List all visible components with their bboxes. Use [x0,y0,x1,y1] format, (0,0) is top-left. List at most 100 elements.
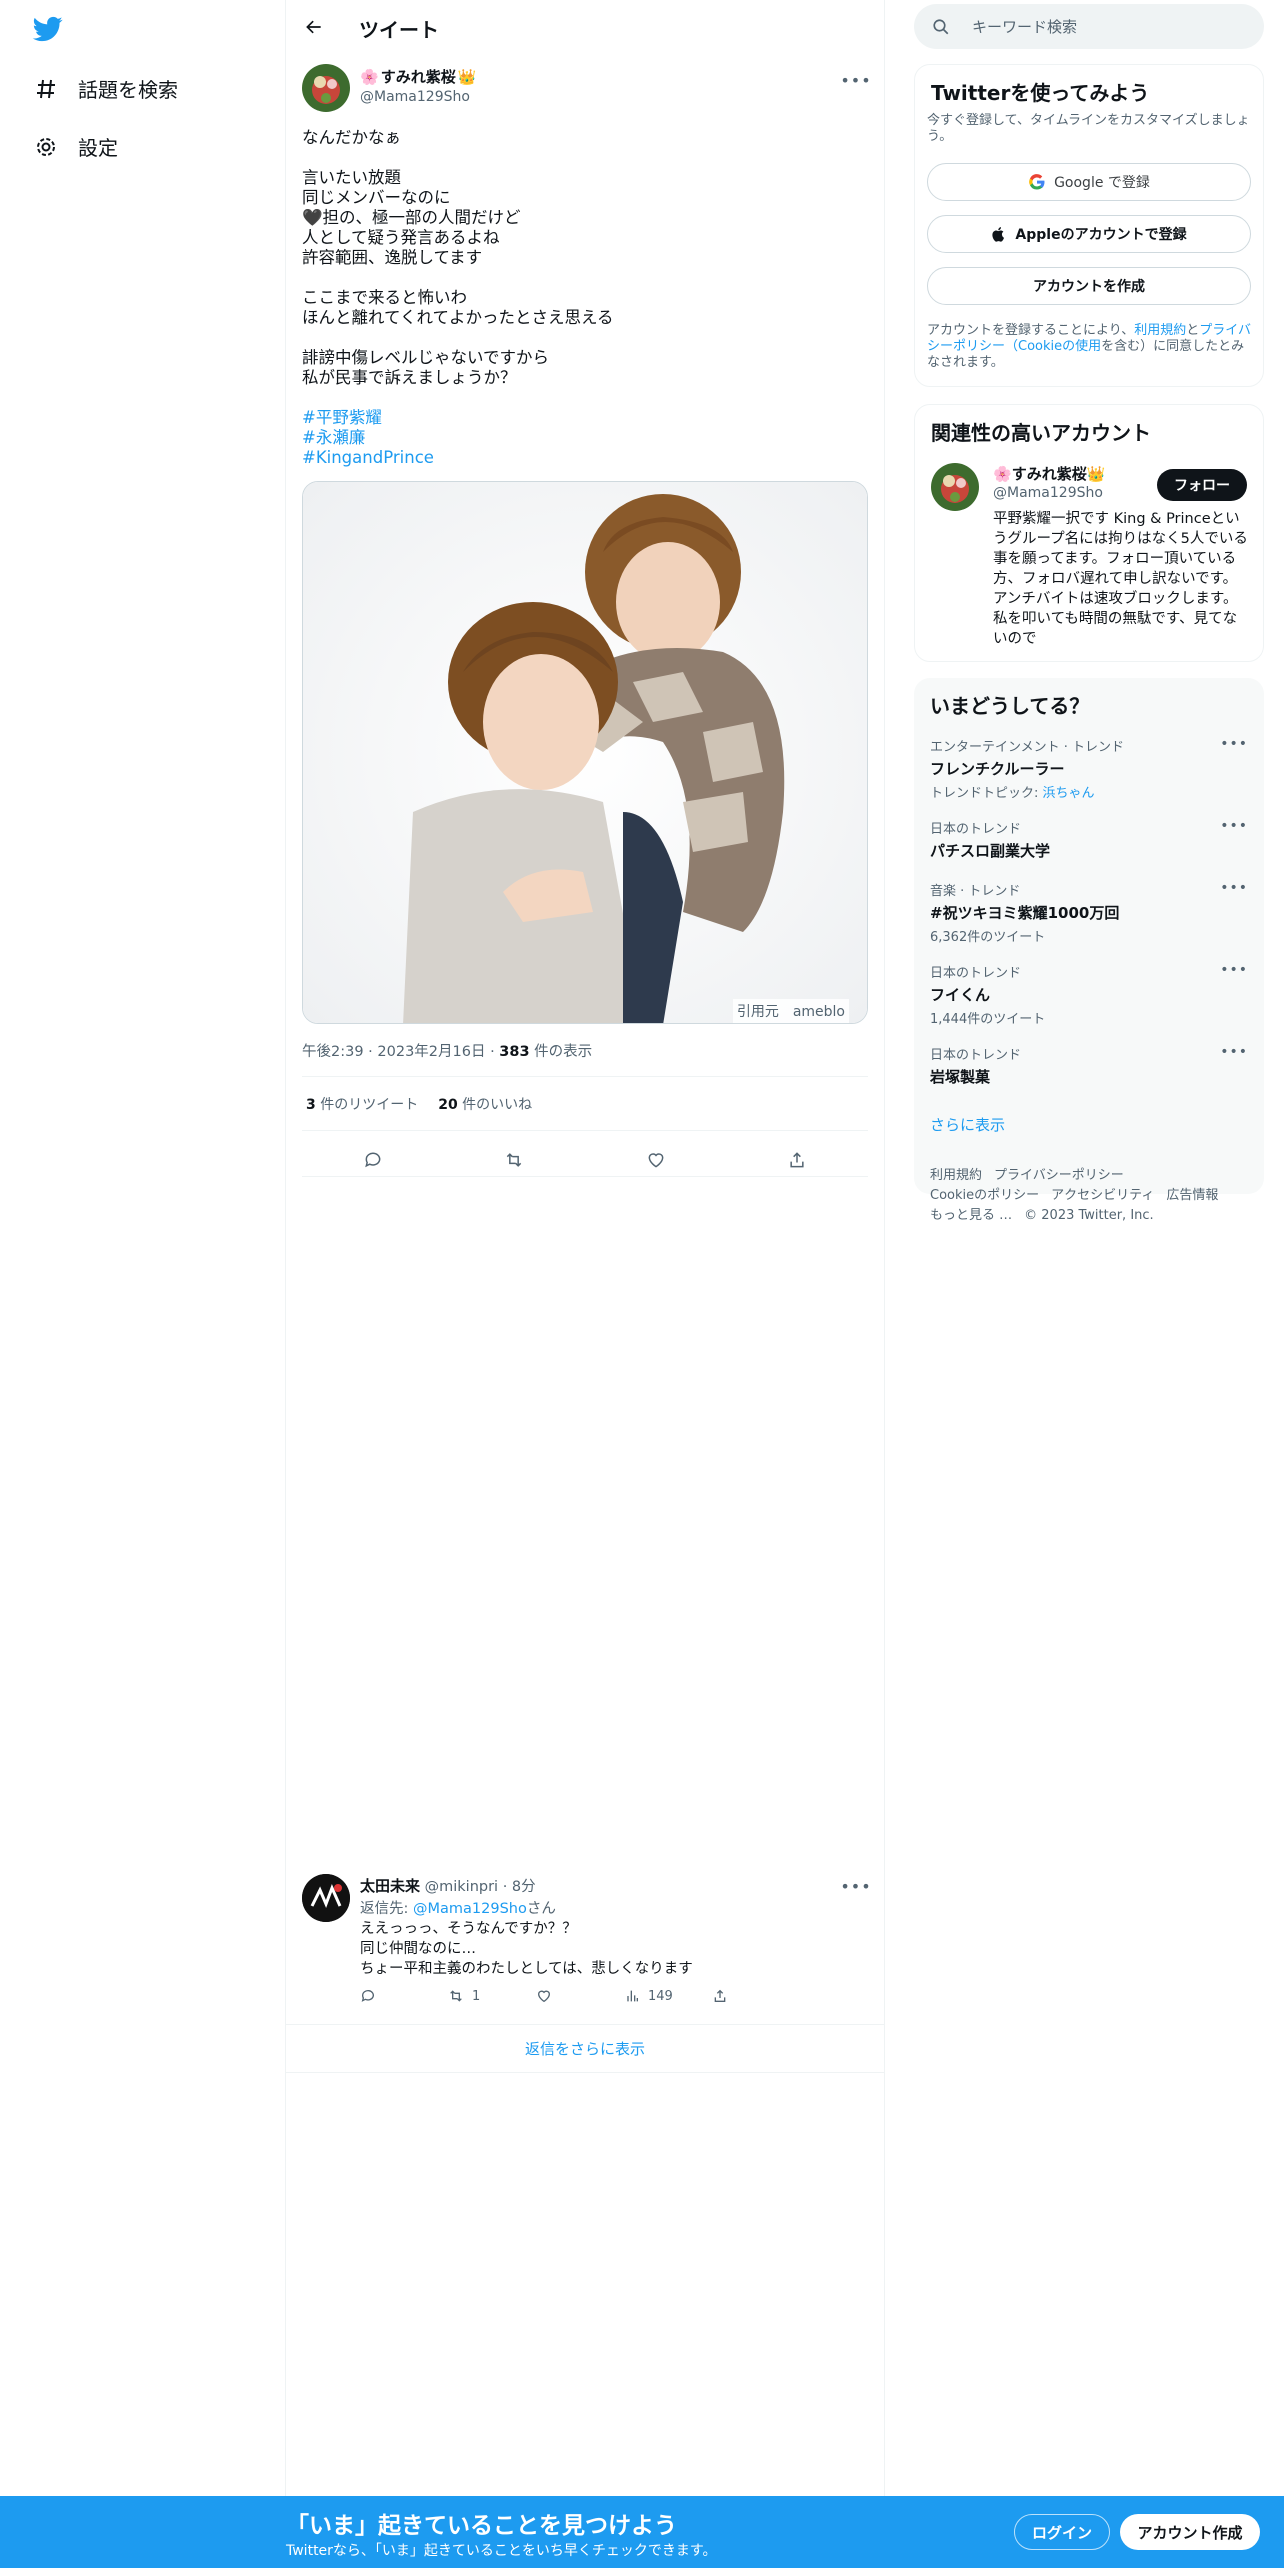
reply-to-label: 返信先: [360,1901,413,1917]
apple-icon [992,227,1005,242]
retweet-count: 3 [306,1097,316,1113]
footer-links: 利用規約 プライバシーポリシー Cookieのポリシー アクセシビリティ 広告情報 も… [930,1166,1250,1226]
search-box[interactable] [914,4,1264,49]
trend-item[interactable]: 日本のトレンド フイくん 1,444件のツイート ••• [930,962,1248,1027]
nav-settings[interactable]: 設定 [34,132,118,161]
retweet-icon[interactable] [497,1143,531,1177]
trend-category: 日本のトレンド [930,822,1022,837]
login-button[interactable]: ログイン [1014,2514,1110,2550]
share-icon [714,1989,726,2002]
divider [286,2072,884,2073]
view-label: 件の表示 [529,1044,593,1060]
main-column: ツイート 🌸 すみれ紫桜 👑 @Mama129Sho ••• なんだかなぁ 言いたい… [285,0,885,2568]
google-signup-button[interactable]: Google で登録 [927,163,1251,201]
trend-item[interactable]: 音楽 · トレンド #祝ツキヨミ紫耀1000万回 6,362件のツイート ••• [930,880,1248,945]
hashtag-link[interactable]: #KingandPrince [302,448,434,468]
more-options-icon[interactable]: ••• [840,68,870,92]
show-more-replies[interactable]: 返信をさらに表示 [286,2024,884,2072]
page-title: ツイート [359,18,439,42]
related-bio: 平野紫耀一択です King & Princeというグループ名には拘りはなく5人で… [993,511,1248,647]
reply-author-name[interactable]: 太田未来 [360,1877,420,1895]
retweet-stat[interactable]: 3 件のリツイート [306,1094,418,1114]
retweet-icon [450,1990,462,2002]
trend-more-icon[interactable]: ••• [1220,962,1248,978]
crown-icon: 👑 [1086,465,1106,483]
legal-and: と [1186,323,1200,338]
footer-cookies[interactable]: Cookieのポリシー [930,1188,1039,1203]
trend-more-icon[interactable]: ••• [1220,880,1248,896]
trend-category: エンターテインメント · トレンド [930,740,1125,755]
reply-reply-button[interactable] [360,1988,448,2004]
trend-sub: トレンドトピック: 浜ちゃん [930,782,1248,801]
hashtag-link[interactable]: #永瀬廉 [302,428,434,448]
like-heart-icon[interactable] [639,1143,673,1177]
left-navigation: 話題を検索 設定 [0,0,285,2568]
hashtag-icon [37,79,55,98]
trend-sub: 6,362件のツイート [930,930,1046,945]
back-arrow-icon[interactable] [300,13,328,41]
reply-views-button[interactable]: 149 [624,1988,712,2004]
search-input[interactable] [970,16,1254,37]
twitter-logo-icon[interactable] [32,14,64,44]
avatar[interactable] [302,64,350,112]
media-credit: 引用元 ameblo [732,999,849,1023]
terms-link[interactable]: 利用規約 [1134,323,1186,338]
tweet-text: なんだかなぁ 言いたい放題 同じメンバーなのに 🖤担の、極一部の人間だけど 人と… [302,128,614,387]
footer-terms[interactable]: 利用規約 [930,1168,982,1183]
apple-signup-label: Appleのアカウントで登録 [1015,227,1187,243]
reply-avatar[interactable] [302,1874,350,1922]
apple-signup-button[interactable]: Appleのアカウントで登録 [927,215,1251,253]
reply-retweet-button[interactable]: 1 [448,1988,536,2004]
reply-to-handle[interactable]: @Mama129Sho [413,1901,527,1917]
like-count: 20 [438,1097,458,1113]
reply-more-options-icon[interactable]: ••• [840,1874,870,1898]
author-handle[interactable]: @Mama129Sho [360,89,470,105]
trend-name: 岩塚製菓 [930,1068,991,1086]
footer-privacy[interactable]: プライバシーポリシー [994,1168,1124,1183]
trend-item[interactable]: 日本のトレンド 岩塚製菓 ••• [930,1044,1248,1087]
footer-ads[interactable]: 広告情報 [1166,1188,1218,1203]
tweet-photo[interactable]: 引用元 ameblo [302,481,868,1024]
related-name[interactable]: 🌸すみれ紫桜👑 [993,463,1105,484]
reply-share-button[interactable] [712,1988,800,2004]
trend-topic-link[interactable]: 浜ちゃん [1043,786,1095,801]
nav-explore[interactable]: 話題を検索 [34,74,178,103]
reply-to: 返信先: @Mama129Shoさん [360,1897,556,1918]
hashtag-link[interactable]: #平野紫耀 [302,408,434,428]
reply-author-handle[interactable]: @mikinpri [425,1879,498,1895]
tweet-actions [302,1140,868,1180]
legal-prefix: アカウントを登録することにより、 [927,323,1135,338]
follow-button[interactable]: フォロー [1157,469,1247,501]
trend-name: フイくん [930,986,991,1004]
reply-time[interactable]: · 8分 [498,1879,536,1895]
header: ツイート [286,0,884,54]
search-icon [933,18,949,34]
create-account-button[interactable]: アカウントを作成 [927,267,1251,305]
reply-like-button[interactable] [536,1988,624,2004]
divider [302,1130,868,1131]
divider [302,1076,868,1077]
related-avatar[interactable] [931,463,979,511]
like-stat[interactable]: 20 件のいいね [438,1094,532,1114]
like-label: 件のいいね [457,1097,533,1113]
footer-more[interactable]: もっと見る … [930,1208,1012,1223]
tweet-time[interactable]: 午後2:39 · 2023年2月16日 · [302,1044,499,1060]
reply-icon [361,1990,374,2002]
trend-more-icon[interactable]: ••• [1220,818,1248,834]
share-icon[interactable] [780,1143,814,1177]
trend-more-icon[interactable]: ••• [1220,736,1248,752]
trend-item[interactable]: エンターテインメント · トレンド フレンチクルーラー トレンドトピック: 浜ち… [930,736,1248,801]
author-name[interactable]: 🌸 すみれ紫桜 👑 [360,66,476,87]
signup-button[interactable]: アカウント作成 [1120,2514,1260,2550]
trend-more-icon[interactable]: ••• [1220,1044,1248,1060]
trends-show-more[interactable]: さらに表示 [930,1114,1005,1135]
related-handle[interactable]: @Mama129Sho [993,485,1103,501]
trend-item[interactable]: 日本のトレンド パチスロ副業大学 ••• [930,818,1248,861]
footer-accessibility[interactable]: アクセシビリティ [1051,1188,1154,1203]
reply-view-count: 149 [648,1988,673,2004]
create-account-label: アカウントを作成 [1033,279,1145,295]
crown-icon: 👑 [457,67,477,86]
related-name-text: すみれ紫桜 [1011,465,1087,483]
trend-category: 日本のトレンド [930,966,1022,981]
reply-icon[interactable] [356,1143,390,1177]
